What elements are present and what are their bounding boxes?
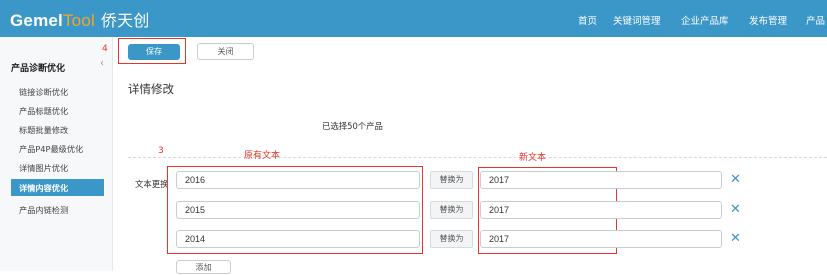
nav-item-products[interactable]: 产品: [806, 13, 825, 27]
app-logo[interactable]: GemelTool 侨天创: [10, 7, 150, 31]
annotation-original-text: 原有文本: [244, 151, 281, 161]
close-icon[interactable]: ✕: [730, 172, 741, 187]
new-text-input[interactable]: 2017: [480, 230, 722, 248]
close-icon[interactable]: ✕: [730, 202, 741, 217]
replace-to-label: 替换为: [430, 171, 473, 189]
section-divider: [128, 157, 827, 158]
nav-item-product-library[interactable]: 企业产品库: [681, 13, 729, 27]
sidebar-item-internal-link-check[interactable]: 产品内链检测: [19, 204, 68, 216]
sidebar-title: 产品诊断优化: [11, 64, 66, 74]
original-text-input[interactable]: 2014: [176, 230, 420, 248]
logo-chinese-name: 侨天创: [100, 11, 150, 30]
sidebar: 产品诊断优化 ‹ 链接诊断优化 产品标题优化 标题批量修改 产品P4P最级优化 …: [0, 37, 113, 271]
save-button[interactable]: 保存: [128, 44, 180, 60]
new-text-input[interactable]: 2017: [480, 201, 722, 219]
original-text-input[interactable]: 2015: [176, 201, 420, 219]
sidebar-item-title-optimize[interactable]: 产品标题优化: [19, 105, 68, 117]
annotation-number-4: 4: [102, 44, 108, 54]
sidebar-item-p4p-optimize[interactable]: 产品P4P最级优化: [19, 143, 83, 155]
replace-text-label: 文本更换: [135, 179, 169, 189]
add-row-button[interactable]: 添加: [176, 260, 231, 274]
annotation-number-3: 3: [158, 146, 164, 156]
logo-tool: Tool: [62, 11, 95, 30]
replace-to-label: 替换为: [430, 230, 473, 248]
sidebar-item-detail-content[interactable]: 详情内容优化: [11, 179, 104, 196]
annotation-new-text: 新文本: [519, 153, 547, 163]
original-text-input[interactable]: 2016: [176, 171, 420, 189]
replace-to-label: 替换为: [430, 201, 473, 219]
new-text-input[interactable]: 2017: [480, 171, 722, 189]
nav-item-home[interactable]: 首页: [578, 13, 597, 27]
close-icon[interactable]: ✕: [730, 231, 741, 246]
top-navigation-bar: GemelTool 侨天创 首页 关键词管理 企业产品库 发布管理 产品: [0, 0, 827, 37]
nav-item-keyword-management[interactable]: 关键词管理: [613, 13, 661, 27]
sidebar-item-title-batch-edit[interactable]: 标题批量修改: [19, 124, 68, 136]
logo-brand: Gemel: [10, 11, 63, 30]
chevron-left-icon[interactable]: ‹: [100, 58, 104, 69]
sidebar-item-label: 详情内容优化: [19, 183, 69, 193]
nav-item-publish-management[interactable]: 发布管理: [749, 13, 787, 27]
sidebar-item-detail-image[interactable]: 详情图片优化: [19, 162, 68, 174]
selected-product-count: 已选择50个产品: [322, 121, 383, 131]
page-title: 详情修改: [128, 82, 174, 96]
sidebar-item-link-diagnosis[interactable]: 链接诊断优化: [19, 86, 68, 98]
close-button[interactable]: 关闭: [197, 43, 254, 60]
